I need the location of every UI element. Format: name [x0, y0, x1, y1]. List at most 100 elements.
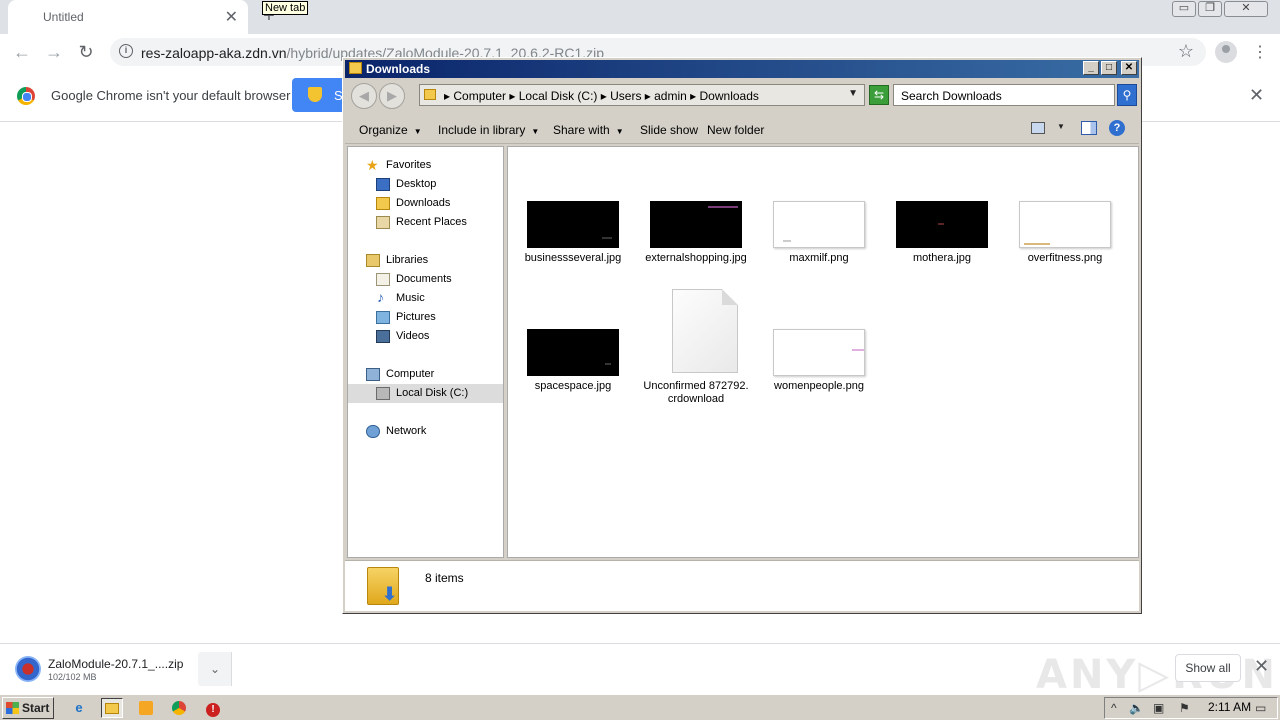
internet-explorer-icon[interactable]: e — [68, 698, 90, 718]
refresh-icon[interactable]: ⇆ — [869, 85, 889, 105]
nav-label: Recent Places — [396, 216, 467, 228]
windows-logo-icon — [6, 702, 19, 714]
details-pane: ⬇ 8 items — [345, 560, 1139, 611]
chrome-taskbar-icon[interactable] — [168, 698, 190, 718]
nav-label: Favorites — [386, 159, 432, 171]
nav-item-downloads[interactable]: Downloads — [348, 194, 503, 213]
volume-icon[interactable]: 🔈 — [1129, 701, 1144, 715]
security-alert-icon[interactable]: ! — [202, 698, 224, 718]
new-tab-tooltip: New tab — [262, 1, 309, 15]
nav-label: Music — [396, 292, 425, 304]
file-name: businessseveral.jpg — [524, 252, 622, 264]
media-player-icon[interactable] — [135, 698, 157, 718]
share-with-button[interactable]: Share with ▼ — [553, 123, 624, 137]
uac-shield-icon — [308, 87, 322, 102]
flag-icon[interactable]: ⚑ — [1179, 701, 1190, 715]
nav-item-documents[interactable]: Documents — [348, 270, 503, 289]
network-icon — [366, 425, 380, 438]
search-input[interactable]: Search Downloads — [893, 84, 1115, 106]
new-folder-button[interactable]: New folder — [707, 123, 764, 137]
chrome-menu-icon[interactable]: ⋮ — [1252, 42, 1268, 62]
libraries-icon — [366, 254, 380, 267]
url-host: res-zaloapp-aka.zdn.vn — [141, 45, 287, 61]
profile-avatar-icon[interactable] — [1215, 41, 1237, 63]
chrome-logo-icon — [17, 87, 35, 105]
chrome-tab-strip: Untitled ✕ + New tab ▭ ❐ ✕ — [0, 0, 1280, 34]
maximize-button[interactable]: □ — [1101, 61, 1117, 75]
file-name: mothera.jpg — [912, 252, 972, 264]
nav-label: Documents — [396, 273, 452, 285]
image-thumbnail — [896, 201, 988, 248]
view-dropdown-icon[interactable]: ▼ — [1057, 122, 1065, 131]
image-thumbnail — [773, 329, 865, 376]
image-thumbnail — [650, 201, 742, 248]
shelf-close-icon[interactable]: ✕ — [1254, 656, 1269, 677]
file-list: businessseveral.jpg externalshopping.jpg… — [507, 146, 1139, 558]
nav-item-music[interactable]: ♪ Music — [348, 289, 503, 308]
file-name: overfitness.png — [1027, 252, 1103, 264]
downloads-folder-icon: ⬇ — [367, 567, 399, 605]
file-name: externalshopping.jpg — [645, 252, 747, 264]
nav-item-videos[interactable]: Videos — [348, 327, 503, 346]
explorer-titlebar[interactable]: Downloads _ □ ✕ — [345, 60, 1139, 78]
nav-item-computer[interactable]: Computer — [348, 365, 503, 384]
organize-dropdown-icon: ▼ — [413, 127, 422, 136]
archive-file-icon — [15, 656, 41, 682]
forward-button[interactable]: ▶ — [379, 83, 405, 109]
tab-untitled[interactable]: Untitled ✕ — [8, 0, 248, 34]
nav-item-pictures[interactable]: Pictures — [348, 308, 503, 327]
chevron-down-icon[interactable]: ⌄ — [198, 652, 232, 686]
nav-label: Desktop — [396, 178, 437, 190]
download-file-size: 102/102 MB — [48, 672, 97, 682]
preview-pane-icon[interactable] — [1081, 121, 1097, 135]
restore-icon[interactable]: ❐ — [1198, 1, 1222, 17]
tray-expand-icon[interactable]: ^ — [1111, 701, 1117, 715]
start-label: Start — [22, 701, 50, 715]
nav-item-local-disk[interactable]: Local Disk (C:) — [348, 384, 503, 403]
nav-item-libraries[interactable]: Libraries — [348, 251, 503, 270]
folder-icon — [424, 89, 436, 100]
close-icon[interactable]: ✕ — [1224, 1, 1268, 17]
show-all-button[interactable]: Show all — [1175, 654, 1241, 682]
slide-show-button[interactable]: Slide show — [640, 123, 698, 137]
desktop-icon — [376, 178, 390, 191]
address-dropdown-icon[interactable]: ▼ — [848, 88, 858, 99]
nav-label: Libraries — [386, 254, 429, 266]
breadcrumb-path: ▸ Computer ▸ Local Disk (C:) ▸ Users ▸ a… — [444, 89, 759, 103]
bookmark-star-icon[interactable]: ☆ — [1178, 41, 1194, 62]
nav-label: Pictures — [396, 311, 436, 323]
nav-item-recent-places[interactable]: Recent Places — [348, 213, 503, 232]
divider — [231, 652, 232, 686]
show-desktop-icon[interactable]: ▭ — [1255, 701, 1266, 715]
minimize-icon[interactable]: ▭ — [1172, 1, 1196, 17]
network-tray-icon[interactable]: ▣ — [1153, 701, 1164, 715]
organize-button[interactable]: Organize ▼ — [359, 123, 422, 137]
close-button[interactable]: ✕ — [1121, 61, 1137, 75]
site-info-icon[interactable]: i — [119, 44, 133, 58]
search-icon[interactable]: ⚲ — [1117, 84, 1137, 106]
window-title: Downloads — [366, 62, 431, 76]
nav-label: Local Disk (C:) — [396, 387, 469, 399]
include-in-library-button[interactable]: Include in library ▼ — [438, 123, 539, 137]
explorer-address-row: ◀ ▶ ▸ Computer ▸ Local Disk (C:) ▸ Users… — [345, 80, 1139, 112]
help-icon[interactable]: ? — [1109, 120, 1125, 136]
back-button[interactable]: ◀ — [351, 83, 377, 109]
explorer-taskbar-icon[interactable] — [101, 698, 123, 718]
breadcrumb[interactable]: ▸ Computer ▸ Local Disk (C:) ▸ Users ▸ a… — [419, 84, 865, 106]
start-button[interactable]: Start — [2, 697, 54, 719]
minimize-button[interactable]: _ — [1083, 61, 1099, 75]
download-item[interactable]: ZaloModule-20.7.1_....zip 102/102 MB ⌄ — [8, 649, 232, 689]
tab-close-icon[interactable]: ✕ — [225, 7, 238, 27]
nav-item-desktop[interactable]: Desktop — [348, 175, 503, 194]
nav-label: Videos — [396, 330, 430, 342]
back-arrow-icon[interactable]: ← — [10, 40, 34, 64]
tab-title: Untitled — [43, 10, 84, 24]
nav-item-network[interactable]: Network — [348, 422, 503, 441]
forward-arrow-icon[interactable]: → — [42, 40, 66, 64]
downloads-folder-icon — [376, 197, 390, 210]
taskbar: Start e ! ^ 🔈 ▣ ⚑ ▭ 2:11 AM — [0, 694, 1280, 720]
infobar-close-icon[interactable]: ✕ — [1249, 85, 1264, 106]
reload-icon[interactable]: ↻ — [74, 40, 98, 64]
change-view-icon[interactable] — [1031, 122, 1045, 134]
nav-item-favorites[interactable]: ★ Favorites — [348, 156, 503, 175]
